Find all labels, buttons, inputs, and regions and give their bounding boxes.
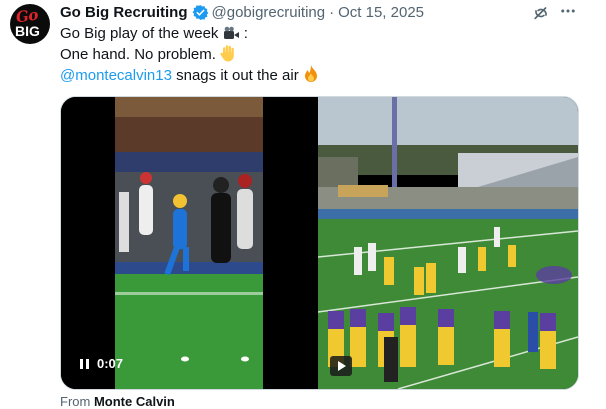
separator: · (329, 3, 335, 21)
tweet: Go BIG Go Big Recruiting @gobigrecruitin… (0, 0, 606, 409)
raised-hand-icon (220, 45, 234, 62)
video-time: 0:07 (97, 356, 124, 371)
post-date[interactable]: Oct 15, 2025 (338, 4, 424, 21)
media-image[interactable] (318, 97, 578, 389)
attribution-name[interactable]: Monte Calvin (94, 394, 175, 409)
attribution: From Monte Calvin (60, 394, 175, 409)
mention-link[interactable]: @montecalvin13 (60, 67, 172, 84)
media-container[interactable]: 0:07 (60, 96, 579, 390)
post-text: Go Big play of the week : One hand. No p… (60, 24, 319, 86)
tweet-header: Go Big Recruiting @gobigrecruiting · Oct… (60, 2, 424, 22)
more-options-icon[interactable] (557, 2, 579, 22)
video-camera-icon (223, 26, 239, 39)
handle[interactable]: @gobigrecruiting (212, 4, 326, 21)
post-line-3-text: snags it out the air (171, 67, 303, 84)
avatar-logo-big: BIG (15, 23, 40, 39)
pause-icon[interactable] (77, 357, 91, 371)
video-player[interactable]: 0:07 (61, 97, 317, 389)
post-line-1-suffix: : (239, 25, 248, 42)
post-line-3: @montecalvin13 snags it out the air (60, 65, 319, 86)
post-line-2-text: One hand. No problem. (60, 46, 221, 63)
post-line-2: One hand. No problem. (60, 44, 319, 65)
post-line-1: Go Big play of the week : (60, 24, 319, 44)
video-frame (61, 97, 317, 389)
verified-badge-icon (192, 4, 208, 20)
play-icon[interactable] (330, 356, 352, 376)
attribution-prefix: From (60, 394, 94, 409)
avatar[interactable]: Go BIG (10, 4, 50, 44)
photo-frame (318, 97, 578, 389)
grok-icon[interactable] (531, 3, 551, 23)
display-name[interactable]: Go Big Recruiting (60, 4, 188, 21)
post-line-1-text: Go Big play of the week (60, 25, 219, 42)
fire-icon (304, 65, 317, 82)
